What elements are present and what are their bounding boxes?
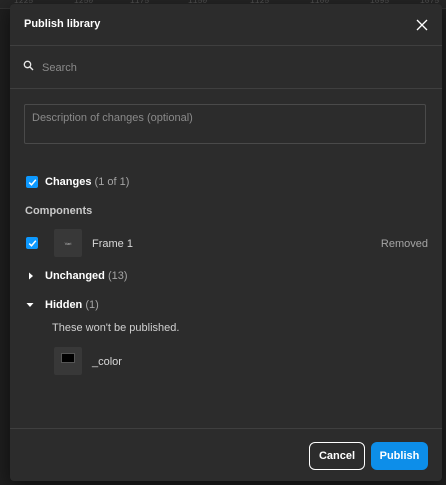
dialog-title: Publish library [24,18,101,30]
unchanged-count: (13) [107,270,128,282]
hidden-label: Hidden [45,299,83,311]
component-checkbox[interactable] [26,237,38,249]
close-button[interactable] [412,15,432,35]
publish-button[interactable]: Publish [371,442,428,470]
hidden-component-name: _color [92,356,122,368]
component-status: Removed [380,238,428,250]
component-thumbnail-text: Vari [64,240,72,246]
hidden-row: Hidden (1) [45,299,99,311]
changes-label: Changes [45,176,92,188]
checkmark-icon [28,178,36,186]
dialog-header: Publish library [10,4,442,46]
search-icon [23,60,34,71]
components-heading: Components [25,205,93,217]
hidden-count: (1) [85,299,99,311]
dialog-footer: Cancel Publish [10,428,442,481]
description-field[interactable] [24,104,426,144]
search-input[interactable] [40,58,424,78]
caret-right-icon [29,272,33,280]
publish-library-dialog: Publish library Changes (1 of 1) Compone… [10,4,442,481]
changes-count: (1 of 1) [94,176,130,188]
hidden-note: These won't be published. [52,322,180,334]
close-icon [416,19,428,31]
component-thumbnail: Vari [54,229,82,257]
unchanged-label: Unchanged [45,270,105,282]
checkmark-icon [28,239,36,247]
cancel-button[interactable]: Cancel [309,442,365,470]
color-swatch [61,353,75,363]
changes-row: Changes (1 of 1) [45,176,129,188]
component-name: Frame 1 [92,238,133,250]
search-bar [10,46,442,89]
unchanged-row: Unchanged (13) [45,270,128,282]
caret-down-icon [26,303,34,307]
changes-checkbox[interactable] [26,176,38,188]
hidden-component-thumbnail [54,347,82,375]
